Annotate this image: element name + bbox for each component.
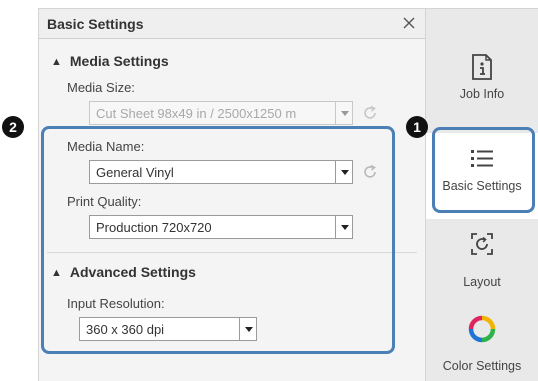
- callout-one-highlight: [432, 127, 535, 213]
- media-settings-header[interactable]: ▲ Media Settings: [51, 53, 169, 69]
- panel-header: Basic Settings: [39, 9, 425, 39]
- media-size-value: Cut Sheet 98x49 in / 2500x1250 m: [96, 106, 297, 121]
- collapse-caret-icon[interactable]: ▲: [51, 56, 62, 68]
- info-document-icon: [472, 54, 492, 80]
- media-settings-title: Media Settings: [69, 53, 169, 69]
- media-size-select[interactable]: Cut Sheet 98x49 in / 2500x1250 m: [89, 101, 353, 125]
- layout-icon: [471, 233, 493, 255]
- callout-two-highlight: [41, 126, 395, 354]
- callout-one-badge: 1: [406, 116, 428, 138]
- color-wheel-icon: [468, 315, 496, 343]
- panel-title: Basic Settings: [47, 16, 144, 32]
- tab-layout-label: Layout: [463, 275, 501, 289]
- tab-color-settings-label: Color Settings: [442, 359, 522, 373]
- tab-job-info-label: Job Info: [459, 87, 505, 101]
- close-icon[interactable]: [401, 15, 417, 31]
- tab-layout[interactable]: Layout: [426, 231, 538, 311]
- tab-job-info[interactable]: Job Info: [426, 53, 538, 133]
- chevron-down-icon[interactable]: [335, 102, 352, 124]
- tab-color-settings[interactable]: Color Settings: [426, 315, 538, 381]
- refresh-icon: [364, 105, 376, 119]
- media-size-label: Media Size:: [67, 80, 135, 95]
- callout-two-badge: 2: [2, 116, 24, 138]
